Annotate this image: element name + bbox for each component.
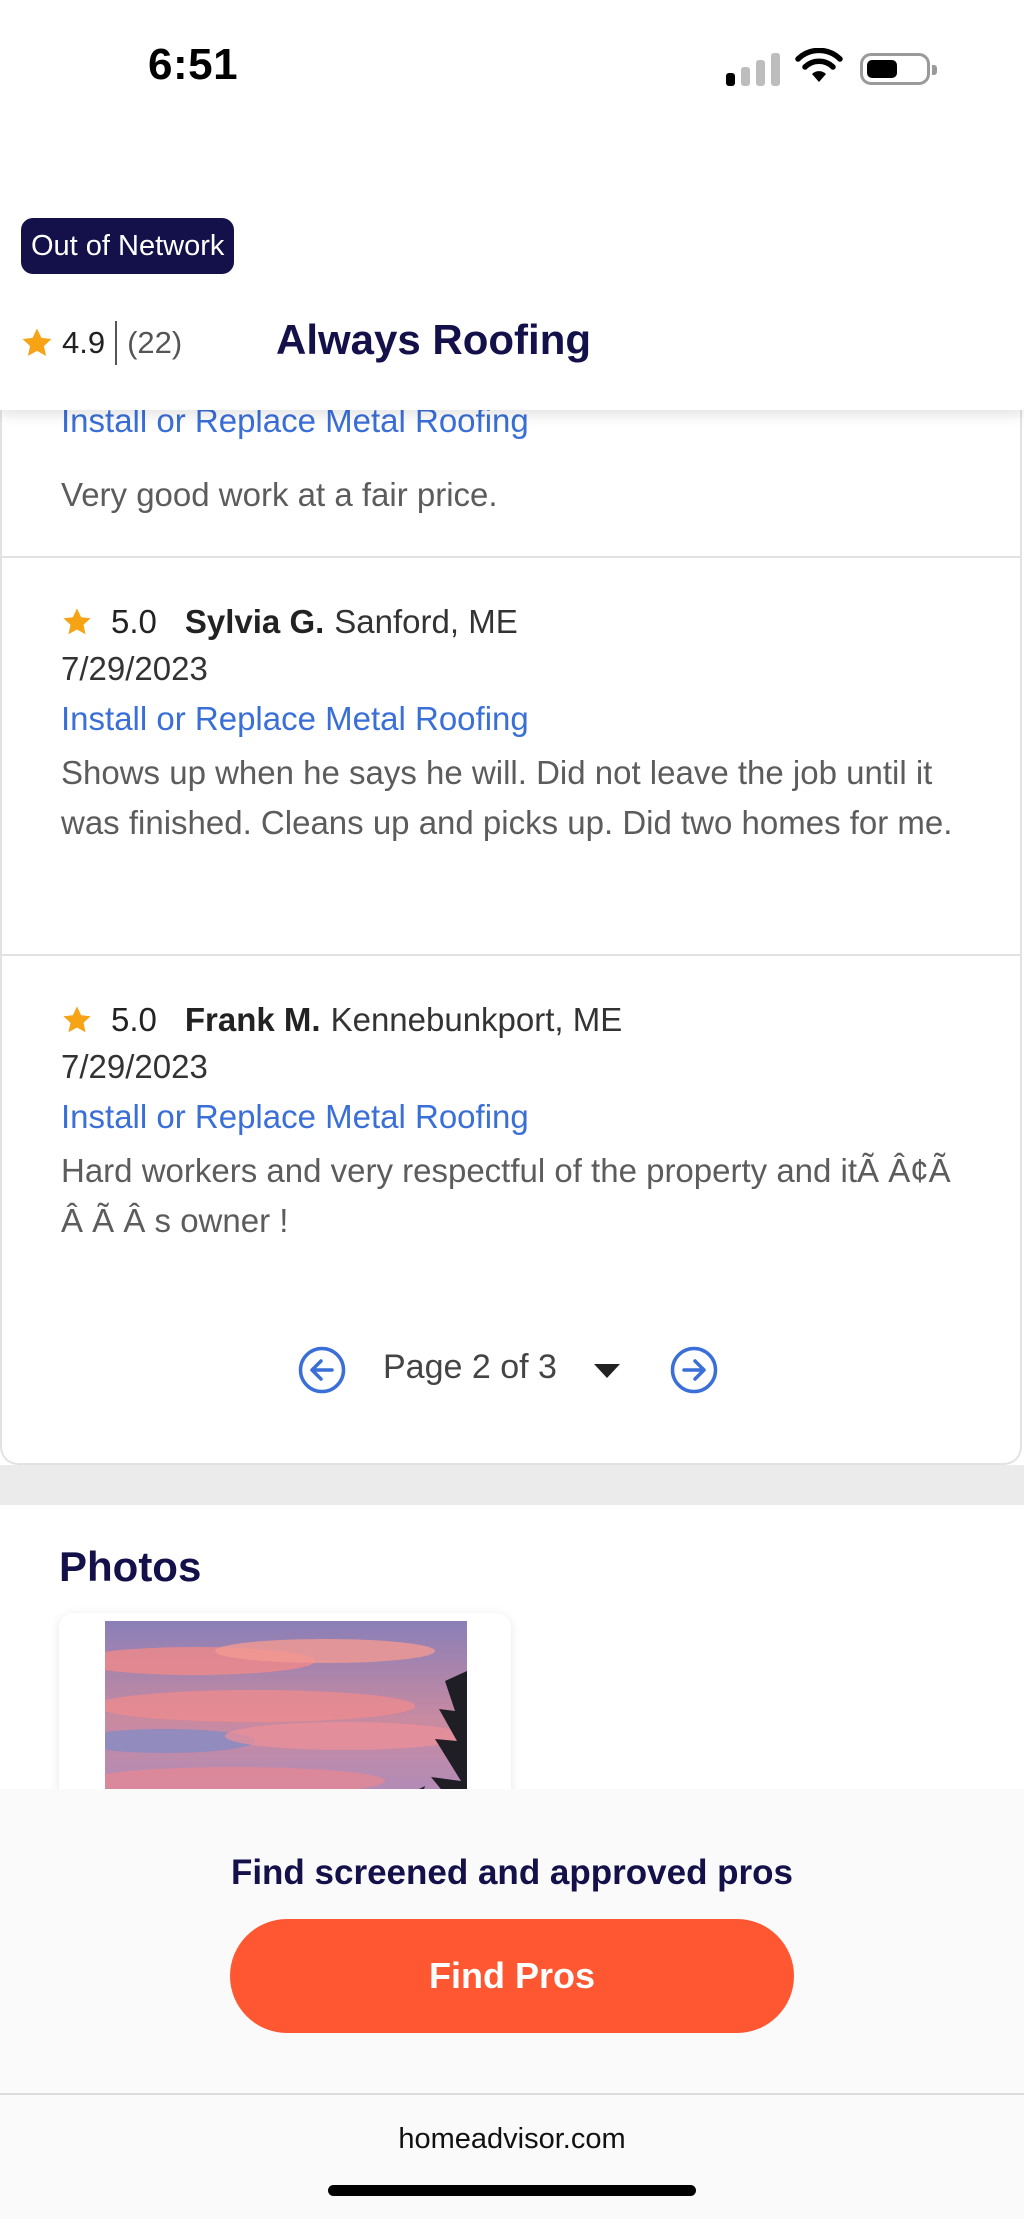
photo-card[interactable] — [59, 1613, 511, 1813]
pro-header: Out of Network 4.9 (22) Always Roofing — [0, 140, 1024, 410]
review-body: Shows up when he says he will. Did not l… — [61, 754, 953, 841]
browser-url-bar: homeadvisor.com — [0, 2095, 1024, 2219]
cellular-signal-icon — [726, 52, 780, 86]
photos-heading: Photos — [59, 1543, 202, 1590]
review-body: Very good work at a fair price. — [61, 476, 498, 513]
review-service-link[interactable]: Install or Replace Metal Roofing — [61, 700, 529, 738]
sunset-photo[interactable] — [105, 1621, 467, 1813]
star-icon — [22, 328, 52, 357]
status-time: 6:51 — [148, 40, 239, 89]
cta-panel: Find screened and approved pros Find Pro… — [0, 1789, 1024, 2095]
wifi-icon — [795, 48, 843, 82]
status-bar: 6:51 — [0, 0, 1024, 140]
rating-value: 4.9 — [62, 325, 106, 360]
pagination: Page 2 of 3 — [2, 1340, 1022, 1400]
reviewer-name: Sylvia G. — [184, 603, 325, 640]
section-divider — [0, 1465, 1024, 1505]
next-page-icon[interactable] — [670, 1346, 718, 1394]
review-score: 5.0 — [111, 1001, 157, 1038]
review-date: 7/29/2023 — [61, 650, 208, 687]
pro-rating: 4.9 (22) — [20, 318, 182, 368]
review-header: 5.0 Frank M. Kennebunkport, ME — [61, 996, 622, 1044]
network-status-badge: Out of Network — [21, 218, 235, 274]
home-indicator — [328, 2185, 696, 2196]
photos-section: Photos — [0, 1505, 1024, 1813]
review-service-link[interactable]: Install or Replace Metal Roofing — [61, 1098, 529, 1136]
review-date: 7/29/2023 — [61, 1048, 208, 1085]
previous-page-icon[interactable] — [298, 1346, 346, 1394]
reviewer-location: Kennebunkport, ME — [330, 1001, 623, 1038]
review-count[interactable]: (22) — [127, 325, 182, 361]
pro-name: Always Roofing — [276, 316, 592, 363]
battery-icon — [860, 53, 937, 85]
star-icon — [63, 1006, 91, 1033]
url-text[interactable]: homeadvisor.com — [0, 2123, 1024, 2156]
review-header: 5.0 Sylvia G. Sanford, ME — [61, 598, 518, 646]
rating-divider — [115, 321, 118, 365]
reviewer-location: Sanford, ME — [334, 603, 518, 640]
star-icon — [63, 608, 91, 635]
find-pros-button[interactable]: Find Pros — [230, 1919, 794, 2033]
review-score: 5.0 — [111, 603, 157, 640]
page-select[interactable]: Page 2 of 3 — [383, 1348, 557, 1387]
review-item: 5.0 Sylvia G. Sanford, ME 7/29/2023 Inst… — [2, 558, 1022, 956]
review-item: 5.0 Frank M. Kennebunkport, ME 7/29/2023… — [2, 956, 1022, 1286]
reviewer-name: Frank M. — [184, 1001, 321, 1038]
reviews-card: Install or Replace Metal Roofing Very go… — [0, 380, 1022, 1465]
chevron-down-icon[interactable] — [594, 1364, 620, 1378]
cta-message: Find screened and approved pros — [230, 1853, 794, 1892]
review-body: Hard workers and very respectful of the … — [61, 1152, 951, 1239]
